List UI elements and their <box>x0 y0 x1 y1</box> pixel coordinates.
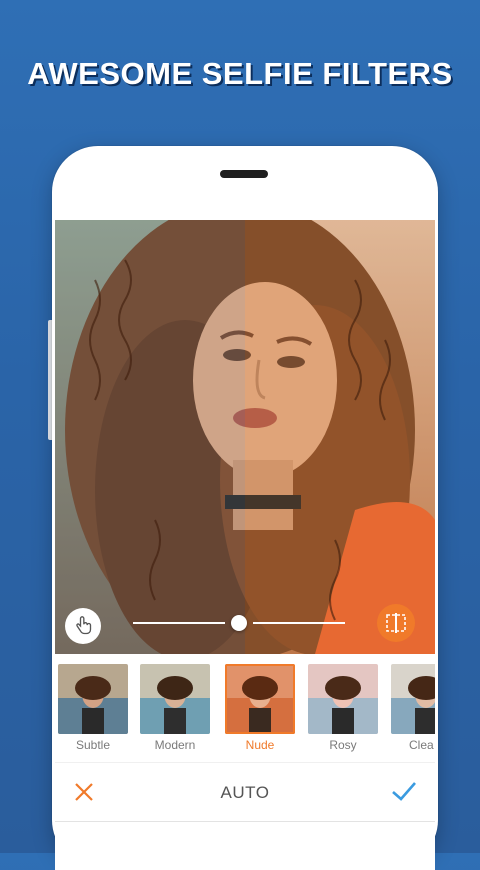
filter-label-subtle: Subtle <box>75 738 111 752</box>
headline: AWESOME SELFIE FILTERS <box>27 56 453 91</box>
phone-frame: Subtle Modern Nude Rosy Clea AUTO <box>52 146 438 870</box>
strength-slider-track-left[interactable] <box>133 622 225 624</box>
filter-thumb-nude[interactable] <box>225 664 295 734</box>
hand-pointer-button[interactable] <box>65 608 101 644</box>
hand-pointer-icon <box>76 616 92 635</box>
compare-split-icon <box>386 613 406 633</box>
screen: Subtle Modern Nude Rosy Clea AUTO <box>55 220 435 870</box>
compare-button[interactable] <box>377 604 415 642</box>
phone-speaker <box>220 170 268 178</box>
filter-thumb-clear[interactable] <box>391 664 435 734</box>
filter-label-clear: Clea <box>409 738 434 752</box>
filter-label-nude: Nude <box>245 738 275 752</box>
filter-label-modern: Modern <box>154 738 196 752</box>
filter-label-rosy: Rosy <box>329 738 357 752</box>
filter-strip: Subtle Modern Nude Rosy Clea <box>55 654 435 762</box>
filter-thumb-rosy[interactable] <box>308 664 378 734</box>
strength-slider-track-right[interactable] <box>253 622 345 624</box>
photo-preview <box>55 220 435 654</box>
check-icon[interactable] <box>389 777 419 805</box>
portrait-photo <box>55 220 435 654</box>
filter-thumb-subtle[interactable] <box>58 664 128 734</box>
strength-slider-thumb[interactable] <box>231 615 247 631</box>
filter-thumb-modern[interactable] <box>140 664 210 734</box>
mode-title: AUTO <box>220 783 270 802</box>
action-bar: AUTO <box>55 762 435 822</box>
